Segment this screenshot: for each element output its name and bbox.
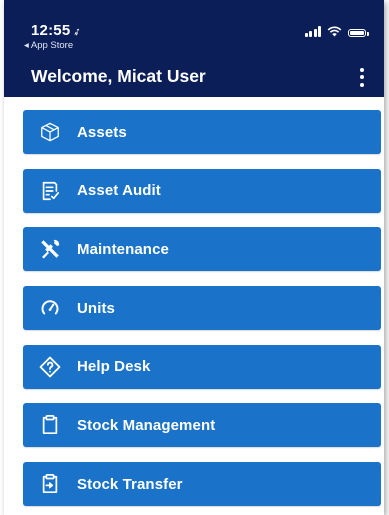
help-diamond-icon <box>37 354 63 380</box>
menu-item-maintenance[interactable]: Maintenance <box>23 227 381 272</box>
back-to-app-store-link[interactable]: ◂ App Store <box>24 40 73 51</box>
gauge-icon <box>37 295 63 321</box>
tools-icon <box>37 236 63 262</box>
menu-item-label: Asset Audit <box>77 182 161 200</box>
app-header: 12:55➶ ◂ App Store Welcome, Micat User <box>4 0 384 97</box>
status-icons <box>304 26 369 37</box>
cube-icon <box>37 119 63 145</box>
menu-item-label: Assets <box>77 123 127 141</box>
menu-item-label: Stock Transfer <box>77 475 183 493</box>
menu-item-label: Help Desk <box>77 358 151 376</box>
page-title: Welcome, Micat User <box>31 66 206 86</box>
location-arrow-icon: ➶ <box>71 25 84 40</box>
menu-item-asset-audit[interactable]: Asset Audit <box>23 168 381 213</box>
battery-icon <box>348 29 369 37</box>
menu-item-stock-management[interactable]: Stock Management <box>23 403 381 448</box>
menu-item-label: Stock Management <box>77 416 216 434</box>
menu-item-stock-transfer[interactable]: Stock Transfer <box>23 462 381 507</box>
status-time-text: 12:55 <box>31 22 71 39</box>
menu-item-help-desk[interactable]: Help Desk <box>23 344 381 389</box>
menu-item-assets[interactable]: Assets <box>23 110 381 154</box>
checklist-icon <box>37 178 63 204</box>
app-screen: 12:55➶ ◂ App Store Welcome, Micat User A… <box>4 0 384 515</box>
transfer-icon <box>37 471 63 497</box>
clipboard-icon <box>37 412 63 438</box>
cellular-signal-icon <box>304 26 321 37</box>
more-options-button[interactable] <box>354 64 370 90</box>
menu-item-label: Units <box>77 299 115 317</box>
menu-item-units[interactable]: Units <box>23 286 381 331</box>
main-menu-list: Assets Asset Audit Maintenance Units Hel… <box>4 97 384 507</box>
status-time: 12:55➶ <box>31 22 84 40</box>
menu-item-label: Maintenance <box>77 240 169 258</box>
wifi-icon <box>327 26 342 37</box>
